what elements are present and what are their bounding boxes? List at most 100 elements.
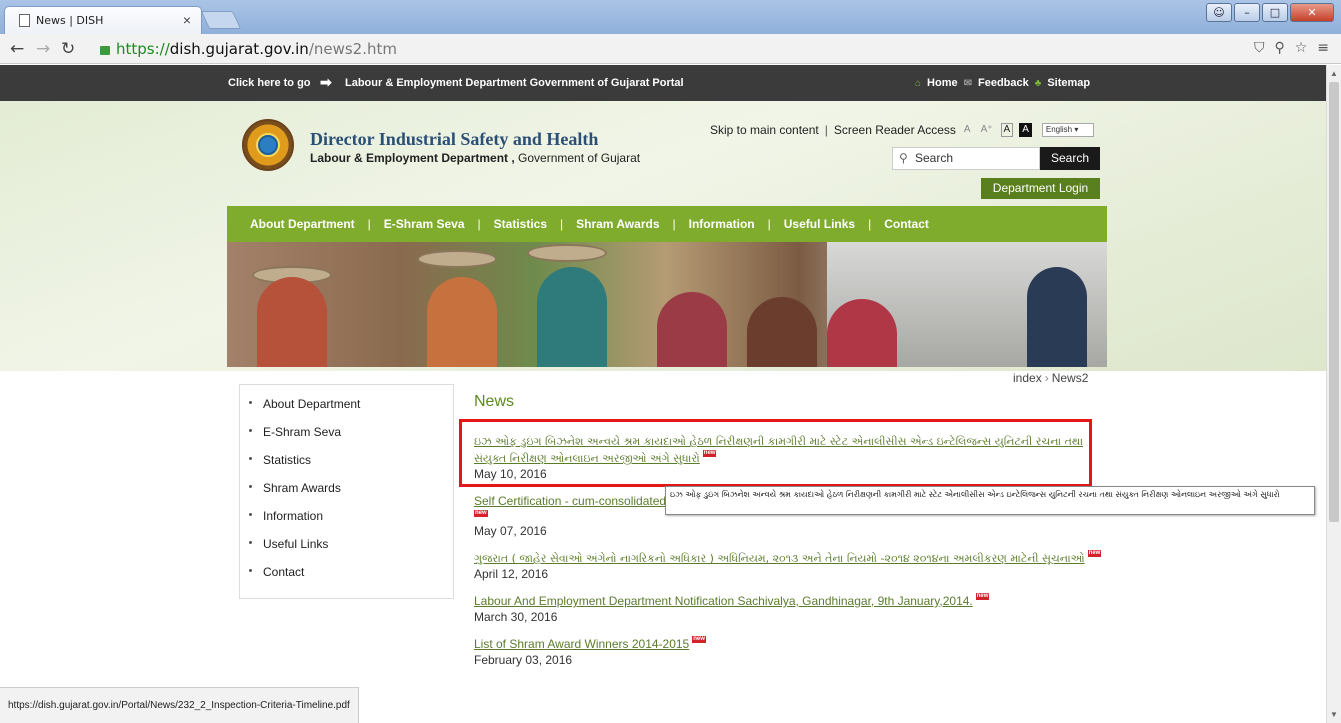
new-badge: new [975,593,990,600]
sidebar-item-useful-links[interactable]: Useful Links [240,537,453,565]
scroll-thumb[interactable] [1329,82,1339,522]
news-date: April 12, 2016 [474,567,549,581]
new-tab-button[interactable] [200,11,242,29]
utility-links: Skip to main content | Screen Reader Acc… [710,123,1094,137]
home-icon: ⌂ [915,77,922,89]
window-controls: ☺ – □ ✕ [1206,3,1334,22]
sidebar-nav: About Department E-Shram Seva Statistics… [239,384,454,599]
sidebar-item-statistics[interactable]: Statistics [240,453,453,481]
site-title[interactable]: Director Industrial Safety and Health [310,129,598,150]
nav-e-shram-seva[interactable]: E-Shram Seva [384,217,465,231]
main-nav: About Department | E-Shram Seva | Statisti… [227,206,1107,242]
screen-reader-link[interactable]: Screen Reader Access [834,123,956,137]
search-input[interactable]: ⚲ Search [892,147,1040,170]
page-icon [19,14,30,27]
forward-icon[interactable]: → [36,39,50,59]
back-icon[interactable]: ← [10,39,24,59]
sidebar-item-shram-awards[interactable]: Shram Awards [240,481,453,509]
feedback-link[interactable]: Feedback [978,77,1029,89]
news-link[interactable]: Labour And Employment Department Notific… [474,594,973,608]
site-header: Director Industrial Safety and Health La… [227,101,1107,371]
browser-tab[interactable]: News | DISH × [4,6,202,34]
goto-label: Click here to go [228,77,311,89]
scroll-down-icon[interactable]: ▼ [1330,710,1338,719]
new-badge: new [474,510,488,517]
subtitle-government: Government of Gujarat [514,151,641,165]
home-link[interactable]: Home [927,77,958,89]
close-tab-icon[interactable]: × [183,12,191,28]
nav-about-department[interactable]: About Department [250,217,355,231]
department-logo[interactable] [242,119,294,171]
search-icon: ⚲ [899,151,908,165]
sidebar-item-contact[interactable]: Contact [240,565,453,593]
breadcrumb-index[interactable]: index [1013,371,1042,385]
link-tooltip: ઇઝ ઓફ ડુઇંગ બિઝનેશ અન્વયે શ્રમ કાયદાઓ હે… [665,486,1315,515]
web-page: Click here to go ➡ Labour & Employment D… [0,65,1326,723]
zoom-icon[interactable]: ⚲ [1274,40,1284,56]
status-bar: https://dish.gujarat.gov.in/Portal/News/… [0,687,359,723]
profile-button[interactable]: ☺ [1206,3,1232,22]
bookmark-star-icon[interactable]: ☆ [1295,40,1308,56]
new-badge: new [1087,550,1102,557]
toolbar-icons: ⛉ ⚲ ☆ ≡ [1254,40,1329,56]
arrow-right-icon: ➡ [320,74,332,90]
top-links: ⌂ Home ✉ Feedback ♣ Sitemap [915,77,1090,89]
url-path: /news2.htm [308,40,397,58]
news-heading: News [474,393,515,410]
news-list: ઇઝ ઓફ ડુઇંગ બિઝનેશ અન્વયે શ્રમ કાયદાઓ હે… [474,433,1114,679]
nav-shram-awards[interactable]: Shram Awards [576,217,659,231]
news-link[interactable]: List of Shram Award Winners 2014-2015 [474,637,689,651]
department-login-button[interactable]: Department Login [981,178,1100,199]
breadcrumb: index › News2 [1013,371,1089,385]
banner-image [227,242,1107,367]
lock-icon [100,46,110,55]
news-link[interactable]: ઇઝ ઓફ ડુઇંગ બિઝનેશ અન્વયે શ્રમ કાયદાઓ હે… [474,435,1083,465]
skip-link[interactable]: Skip to main content [710,123,819,137]
list-item: Labour And Employment Department Notific… [474,593,1114,625]
subtitle-department: Labour & Employment Department , [310,151,515,165]
search-button[interactable]: Search [1040,147,1100,170]
sitemap-link[interactable]: Sitemap [1047,77,1090,89]
address-bar[interactable]: https://dish.gujarat.gov.in/news2.htm [100,38,1290,60]
sidebar-item-information[interactable]: Information [240,509,453,537]
sidebar-item-e-shram-seva[interactable]: E-Shram Seva [240,425,453,453]
top-bar: Click here to go ➡ Labour & Employment D… [0,65,1326,101]
news-link[interactable]: Self Certification - cum-consolidated [474,494,666,508]
maximize-button[interactable]: □ [1262,3,1288,22]
contrast-high-button[interactable]: A [1019,123,1032,137]
new-badge: new [692,636,706,643]
nav-useful-links[interactable]: Useful Links [784,217,855,231]
nav-information[interactable]: Information [689,217,755,231]
search-placeholder: Search [915,151,954,165]
browser-titlebar: News | DISH × ☺ – □ ✕ [0,0,1341,34]
news-date: May 10, 2016 [474,467,547,481]
contrast-normal-button[interactable]: A [1000,123,1014,137]
close-window-button[interactable]: ✕ [1290,3,1334,22]
list-item: ઇઝ ઓફ ડુઇંગ બિઝનેશ અન્વયે શ્રમ કાયદાઓ હે… [474,433,1114,482]
menu-icon[interactable]: ≡ [1317,40,1329,56]
font-decrease-button[interactable]: A [962,124,973,136]
list-item: List of Shram Award Winners 2014-2015 new… [474,636,1114,668]
minimize-button[interactable]: – [1234,3,1260,22]
shield-icon[interactable]: ⛉ [1254,40,1265,56]
font-increase-button[interactable]: A⁺ [979,124,995,136]
page-scrollbar[interactable]: ▲ ▼ [1326,65,1341,723]
nav-statistics[interactable]: Statistics [494,217,547,231]
scroll-up-icon[interactable]: ▲ [1330,69,1338,78]
reload-icon[interactable]: ↻ [61,39,75,59]
site-subtitle: Labour & Employment Department , Governm… [310,151,640,165]
list-item: ગુજરાત ( જાહેર સેવાઓ અંગેનો નાગરિકનો અધિ… [474,550,1114,582]
news-date: May 07, 2016 [474,524,547,538]
breadcrumb-current: News2 [1051,371,1089,385]
portal-link[interactable]: Labour & Employment Department Governmen… [345,77,684,89]
news-link[interactable]: ગુજરાત ( જાહેર સેવાઓ અંગેનો નાગરિકનો અધિ… [474,552,1085,565]
nav-contact[interactable]: Contact [884,217,929,231]
sitemap-icon: ♣ [1034,77,1042,89]
tab-title: News | DISH [36,14,104,27]
news-date: March 30, 2016 [474,610,558,624]
language-value: English [1045,125,1073,134]
sidebar-item-about-department[interactable]: About Department [240,397,453,425]
url-host: dish.gujarat.gov.in [169,40,309,58]
language-select[interactable]: English ▾ [1041,123,1094,137]
url-scheme: https:// [116,40,170,58]
